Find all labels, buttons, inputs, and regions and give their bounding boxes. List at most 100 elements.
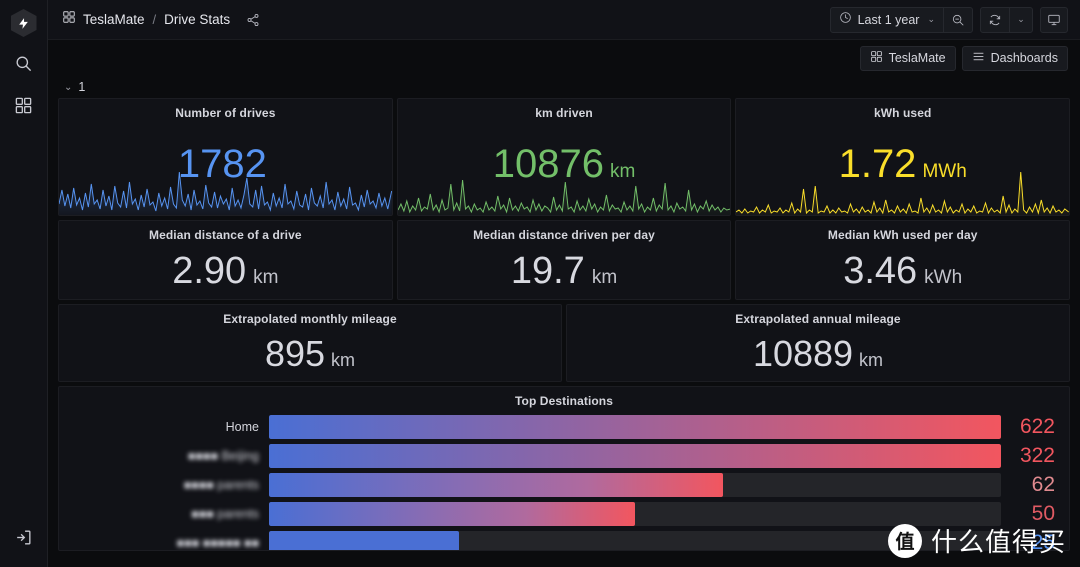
- breadcrumb: TeslaMate / Drive Stats: [62, 10, 260, 29]
- dashboards-grid-icon[interactable]: [8, 89, 40, 121]
- dashboard-link-teslamate[interactable]: TeslaMate: [859, 45, 956, 71]
- time-range-controls: Last 1 year ⌄: [829, 6, 973, 33]
- dashboard-link-label: Dashboards: [990, 51, 1058, 65]
- bar-gauge-track: [269, 472, 1001, 497]
- panel-title: Number of drives: [175, 106, 276, 120]
- tv-display-icon[interactable]: [1040, 6, 1068, 33]
- panel-value: 10889: [752, 333, 854, 374]
- panel-kwh-used[interactable]: kWh used 1.72 MWh: [735, 98, 1071, 216]
- panel-title: Median distance of a drive: [149, 228, 302, 242]
- watermark-text: 什么值得买: [930, 528, 1066, 558]
- time-range-picker[interactable]: Last 1 year ⌄: [831, 8, 943, 32]
- bar-gauge-label: ■■■ ■■■■■ ■■: [176, 535, 259, 550]
- breadcrumb-separator: /: [152, 12, 157, 27]
- bar-gauge-fill: [269, 501, 635, 526]
- panel-value-group: 19.7 km: [398, 252, 731, 290]
- panel-unit: km: [591, 267, 618, 288]
- left-nav-rail: [0, 0, 48, 567]
- stat-row-extrapolated: Extrapolated monthly mileage 895 km Extr…: [58, 304, 1070, 382]
- panel-median-distance-of-a-drive[interactable]: Median distance of a drive 2.90 km: [58, 220, 393, 300]
- panel-unit: km: [609, 161, 636, 182]
- main-column: TeslaMate / Drive Stats Last 1 year ⌄ ⌄ …: [48, 0, 1080, 567]
- panel-value-group: 3.46 kWh: [736, 252, 1069, 290]
- panel-title: Extrapolated monthly mileage: [223, 312, 397, 326]
- watermark: 值 什么值得买: [887, 522, 1066, 559]
- panel-median-distance-driven-per-day[interactable]: Median distance driven per day 19.7 km: [396, 220, 732, 300]
- dashboard-link-dashboards[interactable]: Dashboards: [961, 45, 1068, 71]
- bar-gauge-row-item: Home 622: [59, 414, 1069, 439]
- panel-title: km driven: [535, 106, 593, 120]
- panel-extrapolated-annual-mileage[interactable]: Extrapolated annual mileage 10889 km: [566, 304, 1070, 382]
- panel-median-kwh-used-per-day[interactable]: Median kWh used per day 3.46 kWh: [735, 220, 1071, 300]
- bar-gauge-track: [269, 414, 1001, 439]
- panel-value: 895: [264, 333, 326, 374]
- panel-value-group: 1.72 MWh: [736, 144, 1069, 184]
- bar-gauge-row-item: ■■■■ Beijing 322: [59, 443, 1069, 468]
- refresh-interval-chevron-down-icon[interactable]: ⌄: [1010, 8, 1032, 32]
- panel-unit: MWh: [922, 161, 967, 182]
- panel-extrapolated-monthly-mileage[interactable]: Extrapolated monthly mileage 895 km: [58, 304, 562, 382]
- panel-value-group: 895 km: [59, 336, 561, 372]
- breadcrumb-current[interactable]: Drive Stats: [164, 12, 230, 27]
- panel-title: Extrapolated annual mileage: [735, 312, 901, 326]
- dashboard-canvas: ⌄ 1 Number of drives 1782 km driven 1087…: [48, 76, 1080, 567]
- sign-in-icon[interactable]: [8, 521, 40, 553]
- bar-gauge-fill: [269, 443, 1001, 468]
- panel-value-group: 1782: [59, 144, 392, 184]
- dashboard-link-label: TeslaMate: [888, 51, 946, 65]
- bar-gauge-label: ■■■■ parents: [183, 477, 259, 492]
- bar-gauge-fill: [269, 414, 1001, 439]
- breadcrumb-root[interactable]: TeslaMate: [83, 12, 145, 27]
- search-icon[interactable]: [8, 47, 40, 79]
- chevron-down-icon: ⌄: [927, 14, 935, 24]
- panel-value-group: 10889 km: [567, 336, 1069, 372]
- panel-grid: Number of drives 1782 km driven 10876 km…: [56, 98, 1072, 551]
- grid-icon: [870, 50, 883, 66]
- bar-gauge-label: Home: [225, 419, 259, 434]
- panel-unit: kWh: [924, 267, 963, 288]
- clock-icon: [839, 11, 852, 29]
- bar-gauge-row-item: ■■■■ parents 62: [59, 472, 1069, 497]
- bar-gauge-fill: [269, 472, 723, 497]
- panel-title: Median kWh used per day: [827, 228, 978, 242]
- panel-title: kWh used: [873, 106, 932, 120]
- topnav-controls: Last 1 year ⌄ ⌄: [829, 6, 1068, 33]
- panel-unit: km: [253, 267, 279, 288]
- bar-gauge-value: 622: [1019, 414, 1055, 438]
- bar-gauge-label: ■■■ parents: [191, 506, 259, 521]
- zoom-out-icon[interactable]: [944, 8, 972, 32]
- panel-km-driven[interactable]: km driven 10876 km: [396, 98, 732, 216]
- stat-row-medians: Median distance of a drive 2.90 km Media…: [58, 220, 1071, 300]
- panel-title: Top Destinations: [514, 394, 614, 408]
- bar-gauge-track: [269, 443, 1001, 468]
- refresh-icon[interactable]: [981, 8, 1009, 32]
- panel-value: 10876: [492, 142, 604, 186]
- panel-number-of-drives[interactable]: Number of drives 1782: [58, 98, 393, 216]
- panel-title: Median distance driven per day: [473, 228, 655, 242]
- panel-value: 1782: [177, 142, 267, 186]
- dashboard-grid-icon: [62, 10, 76, 29]
- panel-value: 2.90: [172, 250, 247, 292]
- share-icon[interactable]: [246, 13, 260, 27]
- dashboard-row-header[interactable]: ⌄ 1: [56, 76, 1072, 98]
- panel-value-group: 10876 km: [398, 144, 731, 184]
- bar-gauge-value: 62: [1031, 472, 1055, 496]
- dashboard-links: TeslaMate Dashboards: [48, 40, 1080, 76]
- list-icon: [972, 50, 985, 66]
- watermark-logo: 值: [887, 523, 922, 558]
- panel-value: 19.7: [510, 250, 585, 292]
- panel-unit: km: [859, 350, 884, 370]
- bar-gauge-value: 322: [1019, 443, 1055, 467]
- panel-value-group: 2.90 km: [59, 252, 392, 290]
- panel-value: 3.46: [843, 250, 918, 292]
- time-range-label: Last 1 year: [857, 12, 920, 27]
- top-navigation-bar: TeslaMate / Drive Stats Last 1 year ⌄ ⌄: [48, 0, 1080, 40]
- panel-unit: km: [331, 350, 356, 370]
- panel-value: 1.72: [838, 142, 917, 186]
- bar-gauge-fill: [269, 530, 460, 550]
- dashboard-row-title: 1: [78, 80, 86, 94]
- chevron-down-icon[interactable]: ⌄: [64, 82, 72, 93]
- grafana-lightning-logo[interactable]: [10, 9, 37, 37]
- stat-row-sparklines: Number of drives 1782 km driven 10876 km…: [58, 98, 1071, 216]
- refresh-controls: ⌄: [980, 6, 1033, 33]
